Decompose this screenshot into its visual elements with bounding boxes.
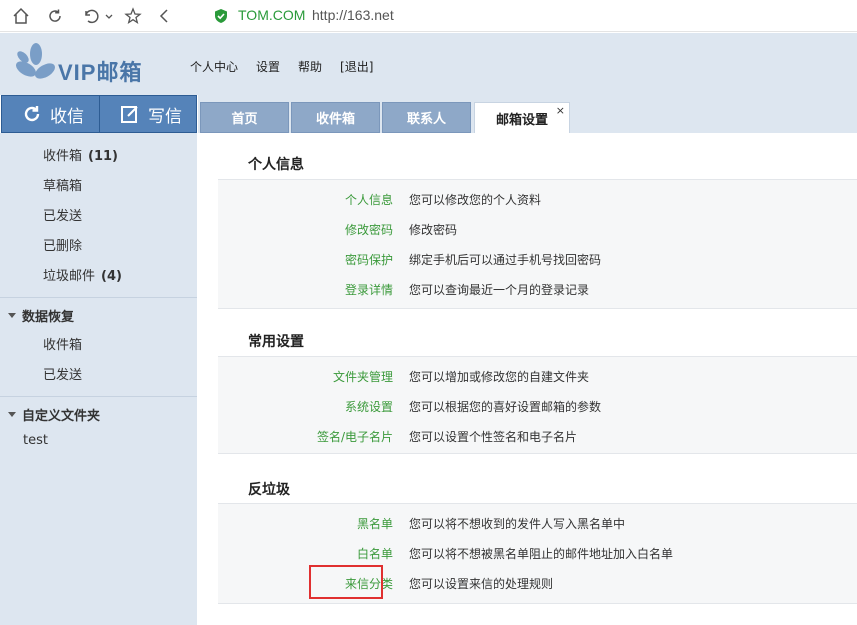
settings-row: 签名/电子名片 您可以设置个性签名和电子名片 — [218, 421, 857, 451]
row-description: 您可以修改您的个人资料 — [409, 193, 542, 207]
refresh-icon — [24, 106, 40, 122]
change-password-link[interactable]: 修改密码 — [345, 221, 393, 238]
write-label: 写信 — [148, 106, 182, 127]
compose-icon — [121, 106, 138, 123]
sidebar-item-custom-test[interactable]: test — [23, 433, 48, 448]
section-title-common: 常用设置 — [248, 334, 304, 350]
row-description: 您可以设置来信的处理规则 — [409, 577, 554, 591]
tab-mail-settings-label: 邮箱设置 — [495, 113, 548, 128]
row-description: 您可以设置个性签名和电子名片 — [409, 430, 578, 444]
row-description: 您可以将不想被黑名单阻止的邮件地址加入白名单 — [409, 547, 674, 561]
settings-panel: 个人信息 个人信息 您可以修改您的个人资料 修改密码 修改密码 密码保护 绑定手… — [198, 133, 857, 625]
login-details-link[interactable]: 登录详情 — [345, 281, 393, 298]
browser-toolbar: TOM.COM http://163.net — [0, 0, 857, 32]
row-description: 您可以根据您的喜好设置邮箱的参数 — [409, 400, 602, 414]
divider — [0, 396, 197, 397]
action-bar: 收信 写信 — [0, 95, 198, 133]
folder-management-link[interactable]: 文件夹管理 — [333, 368, 393, 385]
system-settings-link[interactable]: 系统设置 — [345, 398, 393, 415]
sidebar-item-label: test — [23, 433, 48, 448]
row-description: 您可以查询最近一个月的登录记录 — [409, 283, 590, 297]
sidebar-item-inbox[interactable]: 收件箱 (11) — [43, 145, 118, 164]
tab-inbox-label: 收件箱 — [315, 112, 355, 127]
sidebar-item-sent[interactable]: 已发送 — [43, 205, 82, 224]
common-settings-box: 文件夹管理 您可以增加或修改您的自建文件夹 系统设置 您可以根据您的喜好设置邮箱… — [218, 356, 857, 454]
home-icon[interactable] — [10, 5, 32, 27]
unread-count: (11) — [88, 149, 118, 164]
triangle-down-icon — [8, 313, 16, 318]
settings-row: 黑名单 您可以将不想收到的发件人写入黑名单中 — [218, 508, 857, 538]
highlight-box — [309, 565, 383, 599]
settings-row: 文件夹管理 您可以增加或修改您的自建文件夹 — [218, 361, 857, 391]
back-icon[interactable] — [154, 5, 176, 27]
sidebar-item-label: 收件箱 — [43, 149, 83, 164]
sidebar-item-spam[interactable]: 垃圾邮件 (4) — [43, 265, 122, 284]
sidebar-item-label: 已发送 — [43, 368, 83, 383]
receive-button[interactable]: 收信 — [1, 95, 100, 133]
sidebar-item-recovery-inbox[interactable]: 收件箱 — [43, 334, 82, 353]
unread-count: (4) — [101, 269, 122, 284]
row-description: 您可以增加或修改您的自建文件夹 — [409, 370, 590, 384]
triangle-down-icon — [8, 412, 16, 417]
mail-header: VIP邮箱 个人中心 设置 帮助 [退出] — [0, 33, 857, 95]
settings-row: 系统设置 您可以根据您的喜好设置邮箱的参数 — [218, 391, 857, 421]
sidebar-item-deleted[interactable]: 已删除 — [43, 235, 82, 254]
sidebar-item-label: 已删除 — [43, 239, 83, 254]
chevron-down-icon[interactable] — [103, 5, 115, 27]
url-text[interactable]: http://163.net — [312, 7, 394, 23]
sidebar-item-label: 草稿箱 — [43, 179, 83, 194]
url-domain[interactable]: TOM.COM — [238, 7, 305, 23]
divider — [0, 297, 197, 298]
top-links: 个人中心 设置 帮助 [退出] — [190, 58, 391, 75]
settings-row: 登录详情 您可以查询最近一个月的登录记录 — [218, 274, 857, 304]
tab-contacts[interactable]: 联系人 — [382, 102, 471, 133]
section-title-personal: 个人信息 — [248, 157, 304, 173]
logout-link[interactable]: [退出] — [340, 58, 373, 75]
reload-icon[interactable] — [44, 5, 66, 27]
signature-card-link[interactable]: 签名/电子名片 — [317, 428, 393, 445]
sidebar-item-label: 垃圾邮件 — [43, 269, 96, 284]
close-icon[interactable]: × — [556, 104, 565, 117]
password-protection-link[interactable]: 密码保护 — [345, 251, 393, 268]
help-link[interactable]: 帮助 — [298, 58, 322, 75]
sidebar: 收件箱 (11) 草稿箱 已发送 已删除 垃圾邮件 (4) 数据恢复 收件箱 已发送… — [0, 133, 197, 625]
settings-row: 密码保护 绑定手机后可以通过手机号找回密码 — [218, 244, 857, 274]
sidebar-item-drafts[interactable]: 草稿箱 — [43, 175, 82, 194]
settings-row: 白名单 您可以将不想被黑名单阻止的邮件地址加入白名单 — [218, 538, 857, 568]
tab-home-label: 首页 — [231, 112, 258, 127]
sidebar-item-label: 已发送 — [43, 209, 83, 224]
personal-info-link[interactable]: 个人信息 — [345, 191, 393, 208]
sidebar-item-recovery-sent[interactable]: 已发送 — [43, 364, 82, 383]
receive-label: 收信 — [50, 106, 84, 127]
custom-section-toggle[interactable]: 自定义文件夹 — [8, 405, 100, 424]
star-icon[interactable] — [122, 5, 144, 27]
tab-inbox[interactable]: 收件箱 — [291, 102, 380, 133]
section-title-antispam: 反垃圾 — [248, 482, 290, 498]
tab-mail-settings[interactable]: 邮箱设置 × — [474, 102, 570, 134]
logo-star-icon — [16, 43, 55, 79]
row-description: 您可以将不想收到的发件人写入黑名单中 — [409, 517, 626, 531]
custom-section-title: 自定义文件夹 — [22, 409, 101, 424]
settings-row: 个人信息 您可以修改您的个人资料 — [218, 184, 857, 214]
recovery-section-toggle[interactable]: 数据恢复 — [8, 306, 74, 325]
blacklist-link[interactable]: 黑名单 — [357, 515, 393, 532]
tab-bar: 首页 收件箱 联系人 邮箱设置 × — [198, 95, 857, 134]
recovery-section-title: 数据恢复 — [22, 310, 75, 325]
row-description: 修改密码 — [409, 223, 458, 237]
tab-home[interactable]: 首页 — [200, 102, 289, 133]
whitelist-link[interactable]: 白名单 — [357, 545, 393, 562]
logo-text: VIP邮箱 — [58, 60, 143, 85]
write-button[interactable]: 写信 — [99, 95, 197, 133]
user-center-link[interactable]: 个人中心 — [190, 58, 238, 75]
undo-icon[interactable] — [80, 5, 102, 27]
row-description: 绑定手机后可以通过手机号找回密码 — [409, 253, 602, 267]
sidebar-item-label: 收件箱 — [43, 338, 83, 353]
shield-check-icon — [213, 8, 229, 24]
settings-link[interactable]: 设置 — [256, 58, 280, 75]
personal-settings-box: 个人信息 您可以修改您的个人资料 修改密码 修改密码 密码保护 绑定手机后可以通… — [218, 179, 857, 309]
tab-contacts-label: 联系人 — [406, 112, 446, 127]
settings-row: 修改密码 修改密码 — [218, 214, 857, 244]
